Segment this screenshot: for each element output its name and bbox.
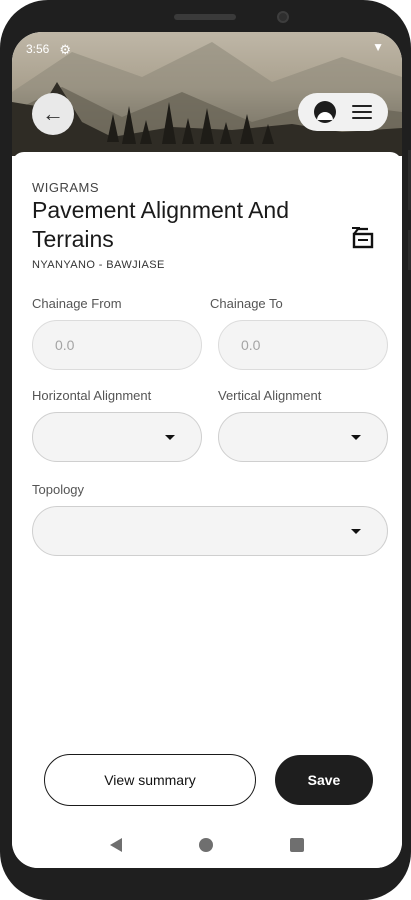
chevron-down-icon <box>165 435 175 440</box>
app-screen: 3:56 ⚙ ▼ ← WIGRAMS Pavement Alignment An… <box>12 32 402 868</box>
chainage-from-input[interactable]: 0.0 <box>32 320 202 370</box>
phone-frame: 3:56 ⚙ ▼ ← WIGRAMS Pavement Alignment An… <box>0 0 411 900</box>
status-time: 3:56 <box>26 42 50 56</box>
vertical-alignment-label: Vertical Alignment <box>218 388 322 403</box>
chevron-down-icon <box>351 435 361 440</box>
view-summary-button[interactable]: View summary <box>44 754 256 806</box>
chainage-to-input[interactable]: 0.0 <box>218 320 388 370</box>
topology-label: Topology <box>32 482 85 497</box>
front-camera <box>277 11 289 23</box>
earpiece-speaker <box>174 14 236 20</box>
company-name: WIGRAMS <box>32 180 100 195</box>
signal-icon: ▼ <box>372 40 384 54</box>
vertical-alignment-dropdown[interactable] <box>218 412 388 462</box>
chainage-to-label: Chainage To <box>210 296 283 311</box>
back-button[interactable]: ← <box>32 93 74 135</box>
hamburger-menu-icon[interactable] <box>352 105 372 119</box>
header-landscape-image: 3:56 ⚙ ▼ ← <box>12 32 402 156</box>
app-logo-icon[interactable] <box>314 101 336 123</box>
gear-icon: ⚙ <box>59 41 72 57</box>
header-actions-pill <box>298 93 388 131</box>
horizontal-alignment-dropdown[interactable] <box>32 412 202 462</box>
android-navigation-bar <box>12 822 402 868</box>
horizontal-alignment-label: Horizontal Alignment <box>32 388 152 403</box>
chainage-from-label: Chainage From <box>32 296 122 311</box>
page-title: Pavement Alignment And Terrains <box>32 197 289 252</box>
document-stack-icon[interactable] <box>350 224 376 250</box>
chevron-down-icon <box>351 529 361 534</box>
save-button[interactable]: Save <box>275 755 373 805</box>
form-card: WIGRAMS Pavement Alignment And Terrains … <box>12 152 402 868</box>
arrow-left-icon: ← <box>42 101 64 126</box>
square-recents-icon[interactable] <box>289 838 304 852</box>
status-bar: 3:56 ⚙ <box>26 40 71 58</box>
route-name: NYANYANO - BAWJIASE <box>32 259 165 271</box>
triangle-back-icon[interactable] <box>110 838 123 852</box>
circle-home-icon[interactable] <box>198 838 213 852</box>
topology-dropdown[interactable] <box>32 506 388 556</box>
